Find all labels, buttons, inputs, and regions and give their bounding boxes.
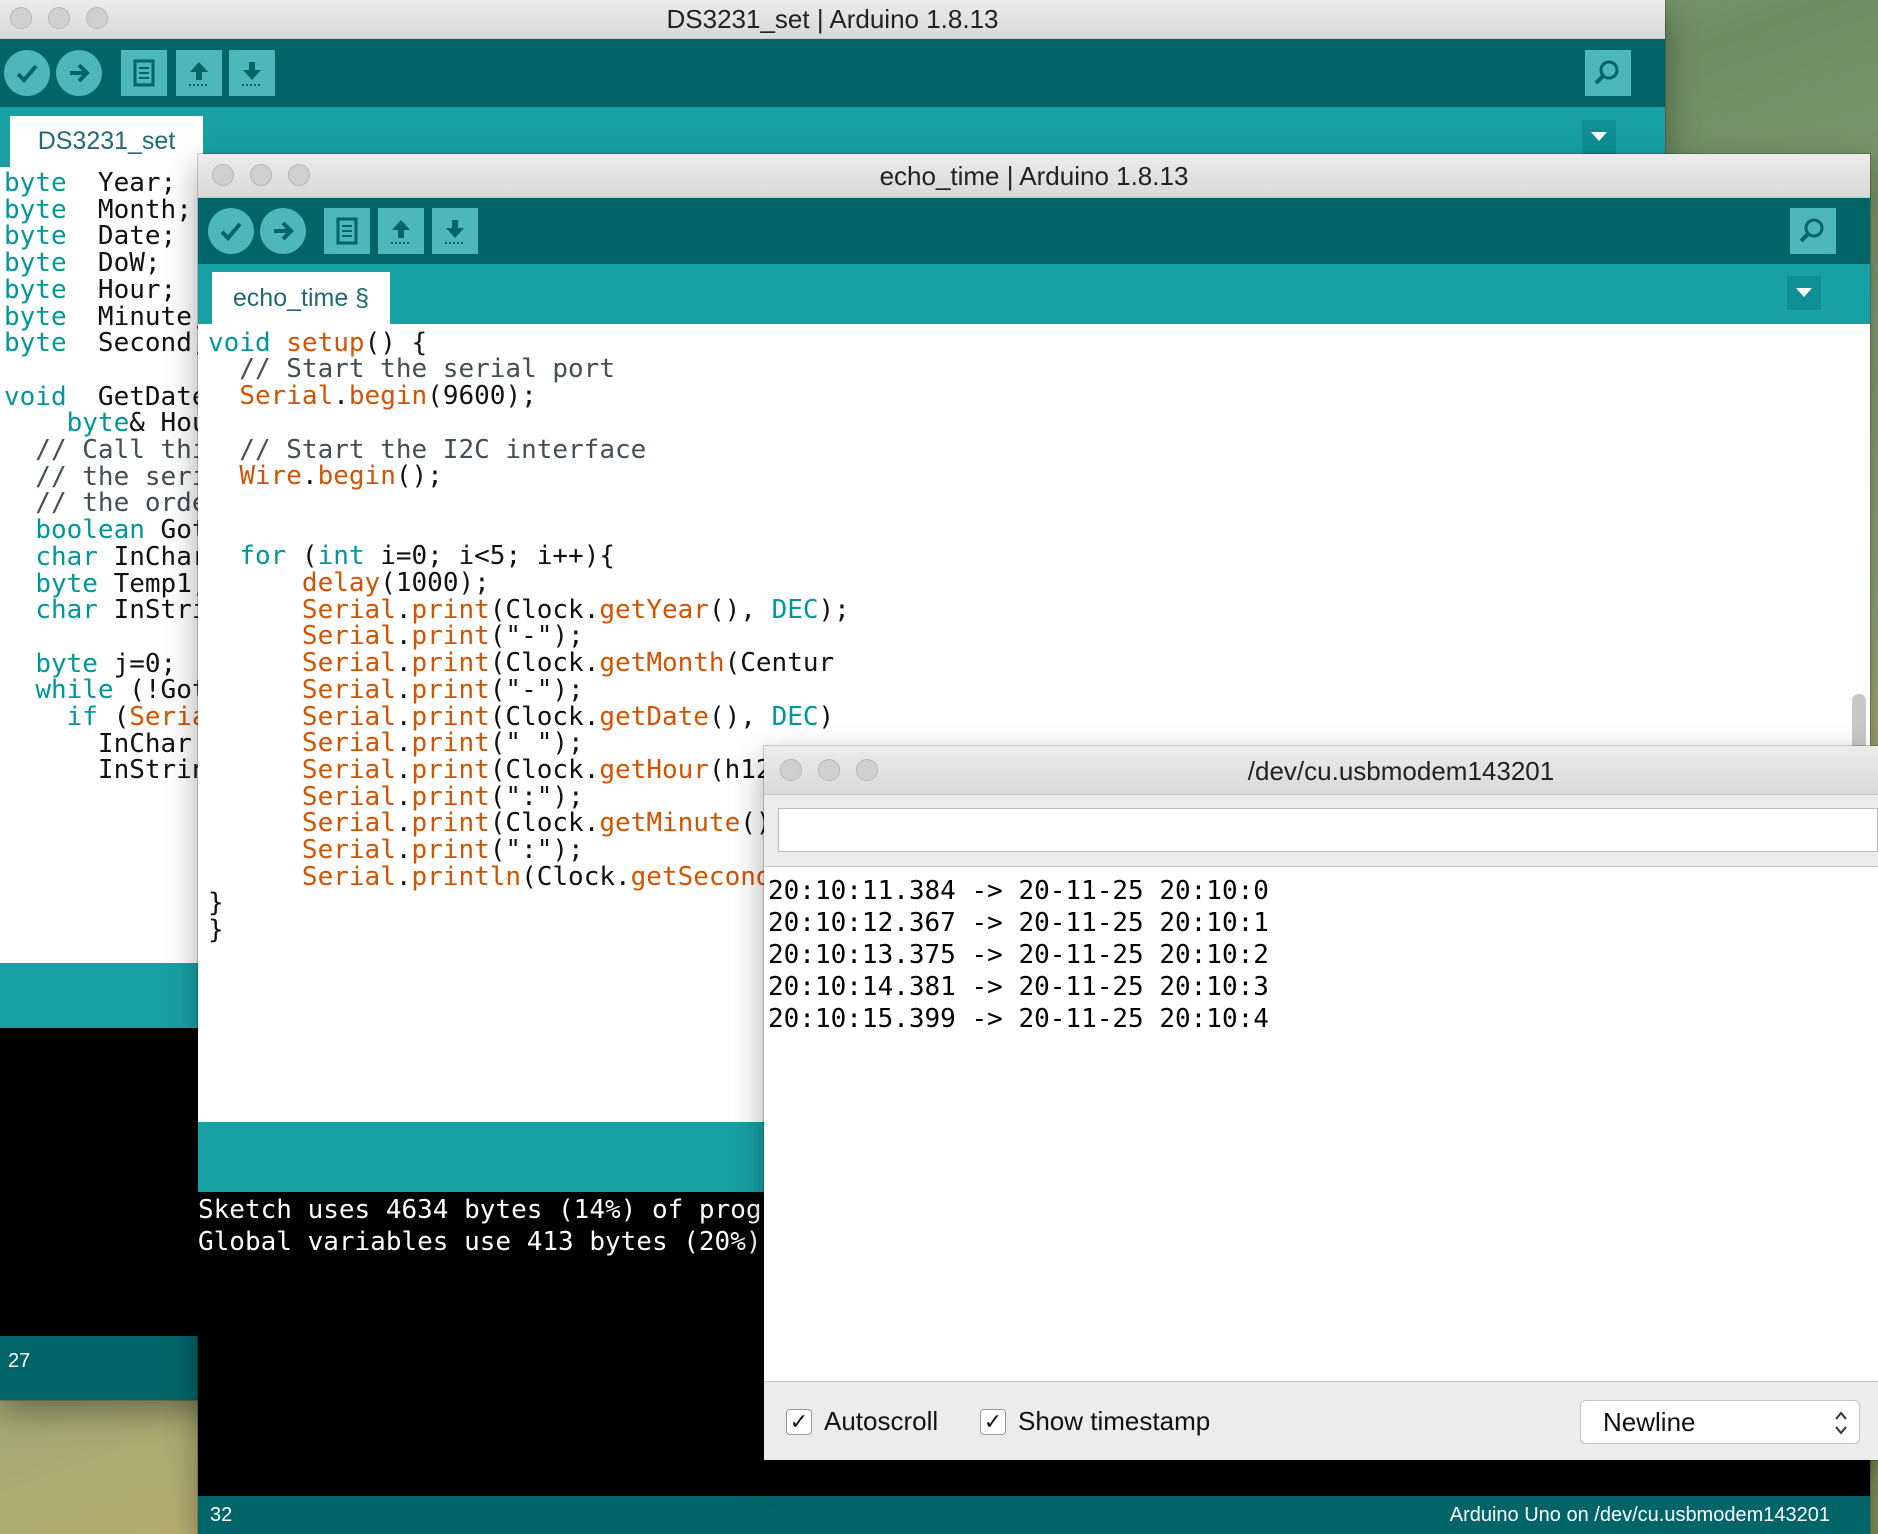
arrow-right-icon xyxy=(274,221,294,241)
save-arrow-down-icon xyxy=(242,62,262,86)
magnifier-icon xyxy=(1799,218,1824,243)
save-arrow-down-icon xyxy=(445,220,465,244)
footer-bar: 32 Arduino Uno on /dev/cu.usbmodem143201 xyxy=(198,1496,1870,1534)
code-line: Serial.begin(9600); xyxy=(239,381,537,412)
upload-button[interactable] xyxy=(56,50,102,96)
zoom-window-button[interactable] xyxy=(856,759,878,781)
console-line: Global variables use 413 bytes (20%) of … xyxy=(198,1227,840,1257)
window-title: DS3231_set | Arduino 1.8.13 xyxy=(666,4,999,34)
chevron-down-icon xyxy=(1796,288,1812,297)
upload-button[interactable] xyxy=(260,208,306,254)
serial-line: 20:10:14.381 -> 20-11-25 20:10:3 xyxy=(768,972,1269,1002)
line-ending-value: Newline xyxy=(1603,1407,1696,1437)
serial-line: 20:10:15.399 -> 20-11-25 20:10:4 xyxy=(768,1004,1269,1034)
arrow-right-icon xyxy=(70,63,90,83)
serial-send-input[interactable] xyxy=(778,808,1878,852)
magnifier-icon xyxy=(1594,60,1619,85)
close-window-button[interactable] xyxy=(780,759,802,781)
title-bar: DS3231_set | Arduino 1.8.13 xyxy=(0,0,1665,39)
line-number: 32 xyxy=(210,1504,233,1526)
serial-footer: ✓ Autoscroll ✓ Show timestamp Newline xyxy=(764,1382,1878,1460)
tab-menu-button[interactable] xyxy=(1582,120,1616,154)
line-ending-select[interactable]: Newline xyxy=(1580,1400,1860,1444)
open-button[interactable] xyxy=(378,208,424,254)
code-line: char InStrin xyxy=(35,595,224,626)
check-icon xyxy=(220,222,242,241)
open-arrow-up-icon xyxy=(189,62,209,86)
line-number: 27 xyxy=(8,1350,31,1372)
code-line: byte Second; xyxy=(4,328,208,359)
serial-monitor-button[interactable] xyxy=(1790,208,1836,254)
title-bar: echo_time | Arduino 1.8.13 xyxy=(198,154,1870,198)
checkmark-icon: ✓ xyxy=(786,1408,812,1435)
autoscroll-checkbox[interactable]: ✓ Autoscroll xyxy=(786,1406,938,1437)
open-button[interactable] xyxy=(176,50,222,96)
new-file-icon xyxy=(336,217,358,245)
tab-echo-time[interactable]: echo_time § xyxy=(212,272,390,324)
tab-strip: echo_time § xyxy=(198,264,1870,324)
verify-button[interactable] xyxy=(4,50,50,96)
board-port-status: Arduino Uno on /dev/cu.usbmodem143201 xyxy=(1449,1504,1830,1526)
window-controls xyxy=(780,759,878,781)
tab-ds3231-set[interactable]: DS3231_set xyxy=(10,116,203,167)
serial-monitor-window: /dev/cu.usbmodem143201 20:10:11.384 -> 2… xyxy=(764,746,1878,1460)
checkmark-icon: ✓ xyxy=(980,1408,1006,1435)
new-file-icon xyxy=(133,59,155,87)
toolbar xyxy=(0,39,1665,107)
serial-output[interactable]: 20:10:11.384 -> 20-11-25 20:10:0 20:10:12… xyxy=(764,866,1878,1382)
save-button[interactable] xyxy=(229,50,275,96)
show-timestamp-checkbox[interactable]: ✓ Show timestamp xyxy=(980,1406,1210,1437)
up-down-chevron-icon xyxy=(1835,1411,1847,1435)
serial-monitor-button[interactable] xyxy=(1585,50,1631,96)
console-line: Sketch uses 4634 bytes (14%) of program … xyxy=(198,1195,840,1225)
chevron-down-icon xyxy=(1591,132,1607,141)
new-button[interactable] xyxy=(324,208,370,254)
code-line: } xyxy=(208,915,224,946)
window-title: /dev/cu.usbmodem143201 xyxy=(1247,756,1555,786)
verify-button[interactable] xyxy=(208,208,254,254)
open-arrow-up-icon xyxy=(391,220,411,244)
check-icon xyxy=(16,64,38,83)
code-line: Serial.println(Clock.getSecond(), xyxy=(301,861,819,892)
minimize-window-button[interactable] xyxy=(818,759,840,781)
serial-line: 20:10:13.375 -> 20-11-25 20:10:2 xyxy=(768,940,1269,970)
code-line: Wire.begin(); xyxy=(239,461,443,492)
window-title: echo_time | Arduino 1.8.13 xyxy=(879,161,1189,191)
serial-line: 20:10:11.384 -> 20-11-25 20:10:0 xyxy=(768,876,1269,906)
toolbar xyxy=(198,198,1870,264)
title-bar: /dev/cu.usbmodem143201 xyxy=(764,746,1878,795)
serial-line: 20:10:12.367 -> 20-11-25 20:10:1 xyxy=(768,908,1269,938)
new-button[interactable] xyxy=(121,50,167,96)
save-button[interactable] xyxy=(432,208,478,254)
code-line: InString xyxy=(4,755,224,786)
tab-menu-button[interactable] xyxy=(1787,276,1821,310)
